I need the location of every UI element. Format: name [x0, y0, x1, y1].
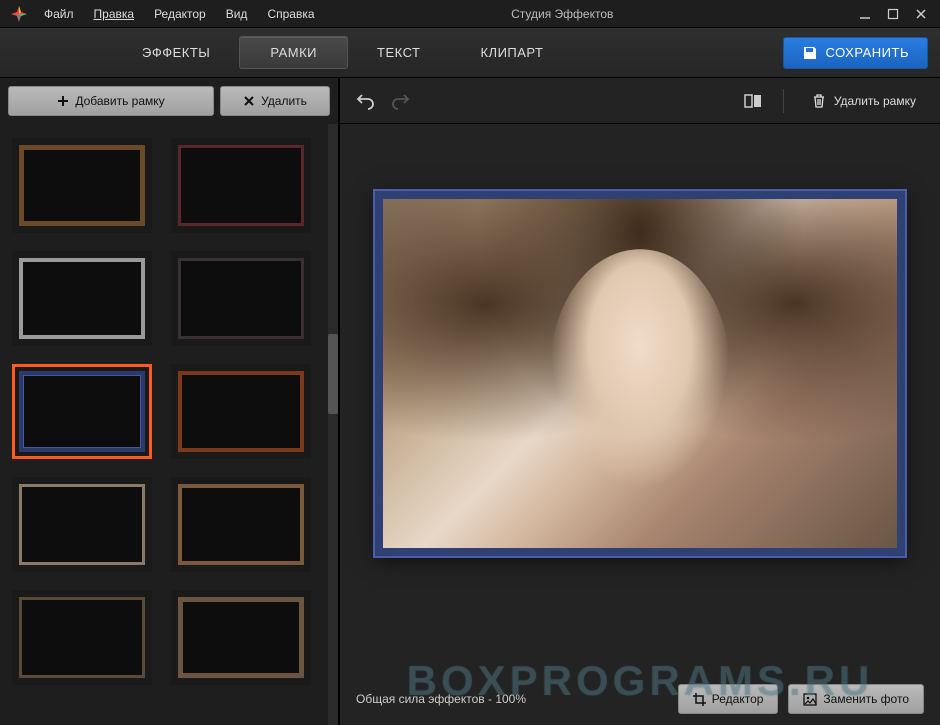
maximize-button[interactable]: [886, 7, 900, 21]
app-logo-icon: [10, 5, 28, 23]
image-icon: [803, 693, 817, 706]
canvas-toolbar: Удалить рамку: [340, 78, 940, 124]
menu-edit[interactable]: Правка: [84, 0, 145, 28]
tab-clipart[interactable]: КЛИПАРТ: [450, 37, 573, 68]
compare-icon[interactable]: [743, 91, 763, 111]
frame-thumb-3[interactable]: [171, 251, 311, 346]
save-label: СОХРАНИТЬ: [826, 45, 909, 60]
menu-file[interactable]: Файл: [34, 0, 84, 28]
frame-thumb-1[interactable]: [171, 138, 311, 233]
delete-frame-button[interactable]: Удалить рамку: [804, 90, 924, 112]
delete-frame-label: Удалить рамку: [834, 94, 916, 108]
divider: [783, 89, 784, 113]
frames-grid: [0, 124, 328, 725]
minimize-button[interactable]: [858, 7, 872, 21]
frame-preview: [178, 597, 304, 678]
crop-icon: [693, 693, 706, 706]
save-icon: [802, 45, 818, 61]
redo-icon[interactable]: [390, 91, 410, 111]
frame-preview: [178, 145, 304, 226]
frame-thumb-8[interactable]: [12, 590, 152, 685]
effect-strength-label: Общая сила эффектов - 100%: [356, 692, 526, 706]
frame-thumb-9[interactable]: [171, 590, 311, 685]
scrollbar[interactable]: [328, 124, 338, 725]
main: Добавить рамку Удалить Удалить рамку: [0, 78, 940, 725]
plus-icon: [57, 95, 69, 107]
frame-preview: [19, 484, 145, 565]
photo-image: [383, 199, 897, 548]
editor-label: Редактор: [712, 692, 764, 706]
tab-group: ЭФФЕКТЫ РАМКИ ТЕКСТ КЛИПАРТ: [112, 37, 783, 68]
frame-preview: [19, 145, 145, 226]
frame-thumb-0[interactable]: [12, 138, 152, 233]
x-icon: [243, 95, 255, 107]
frame-preview: [178, 371, 304, 452]
frame-thumb-5[interactable]: [171, 364, 311, 459]
tab-text[interactable]: ТЕКСТ: [347, 37, 450, 68]
frame-thumb-4[interactable]: [12, 364, 152, 459]
scrollbar-thumb[interactable]: [328, 334, 338, 414]
frame-thumb-6[interactable]: [12, 477, 152, 572]
add-frame-button[interactable]: Добавить рамку: [8, 86, 214, 116]
frame-preview: [19, 258, 145, 339]
window-title: Студия Эффектов: [275, 7, 850, 21]
trash-icon: [812, 94, 826, 108]
tabbar: ЭФФЕКТЫ РАМКИ ТЕКСТ КЛИПАРТ СОХРАНИТЬ: [0, 28, 940, 78]
replace-photo-button[interactable]: Заменить фото: [788, 684, 924, 714]
canvas-area: Удалить рамку Общая сила эффектов - 100%…: [340, 78, 940, 725]
frame-thumb-7[interactable]: [171, 477, 311, 572]
titlebar: Файл Правка Редактор Вид Справка Студия …: [0, 0, 940, 28]
menu-view[interactable]: Вид: [216, 0, 258, 28]
canvas-viewport[interactable]: [340, 124, 940, 673]
delete-button[interactable]: Удалить: [220, 86, 330, 116]
frame-preview: [178, 484, 304, 565]
frame-preview: [19, 371, 145, 452]
frame-preview: [19, 597, 145, 678]
save-button[interactable]: СОХРАНИТЬ: [783, 37, 928, 69]
replace-photo-label: Заменить фото: [823, 692, 909, 706]
frame-thumb-2[interactable]: [12, 251, 152, 346]
photo-frame[interactable]: [375, 191, 905, 556]
add-frame-label: Добавить рамку: [75, 94, 164, 108]
bottom-bar: Общая сила эффектов - 100% Редактор Заме…: [340, 673, 940, 725]
delete-label: Удалить: [261, 94, 307, 108]
tab-frames[interactable]: РАМКИ: [240, 37, 347, 68]
sidebar: Добавить рамку Удалить: [0, 78, 340, 725]
close-button[interactable]: [914, 7, 928, 21]
menu-editor[interactable]: Редактор: [144, 0, 216, 28]
sidebar-toolbar: Добавить рамку Удалить: [0, 78, 338, 124]
window-controls: [850, 7, 936, 21]
tab-effects[interactable]: ЭФФЕКТЫ: [112, 37, 240, 68]
undo-icon[interactable]: [356, 91, 376, 111]
frame-preview: [178, 258, 304, 339]
editor-button[interactable]: Редактор: [678, 684, 779, 714]
